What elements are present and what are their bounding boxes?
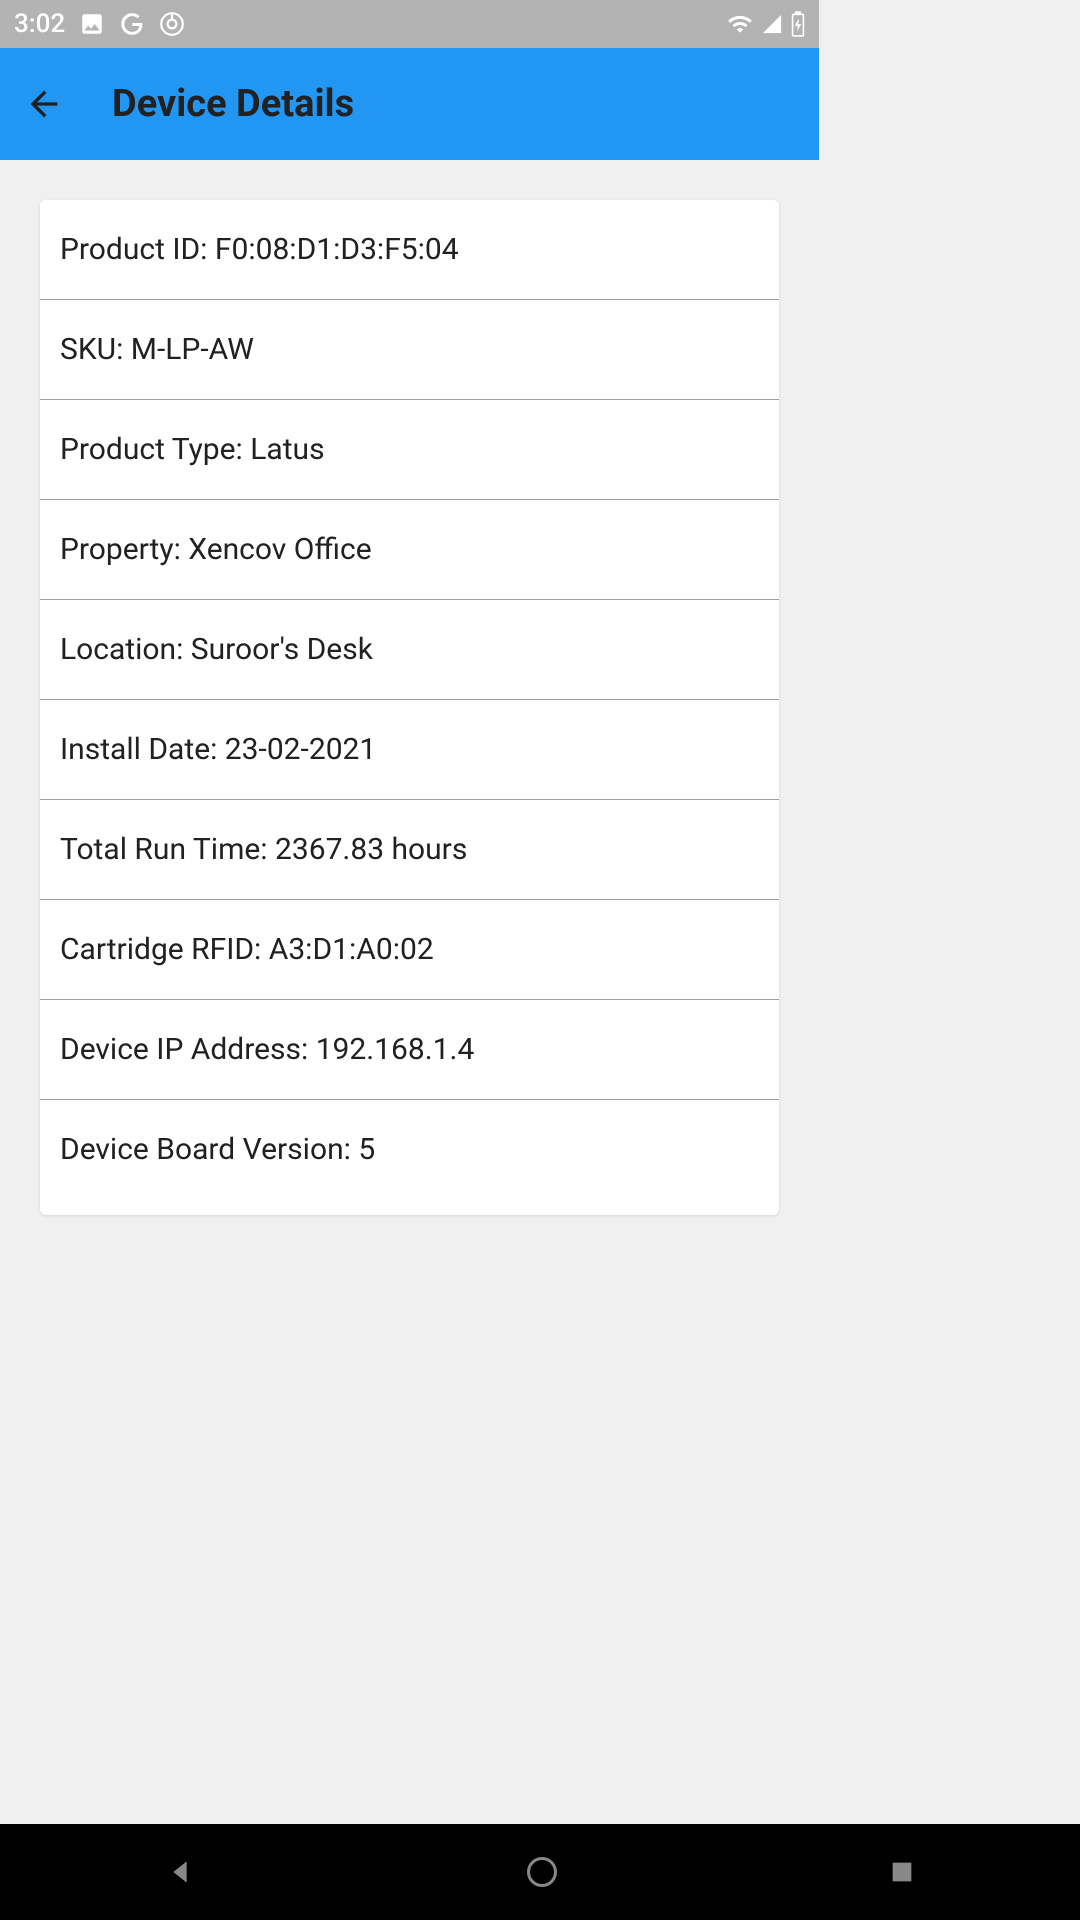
detail-product-type: Product Type: Latus <box>40 400 779 500</box>
page-title: Device Details <box>112 82 354 126</box>
chrome-icon <box>159 11 185 37</box>
navigation-bar <box>0 1824 1080 1920</box>
nav-recent-button[interactable] <box>888 1858 916 1886</box>
back-button[interactable] <box>24 84 64 124</box>
status-bar-left: 3:02 <box>14 9 185 39</box>
content-area: Product ID: F0:08:D1:D3:F5:04 SKU: M-LP-… <box>0 160 819 1255</box>
status-bar-right <box>727 11 805 37</box>
signal-icon <box>761 13 783 35</box>
nav-home-button[interactable] <box>524 1854 560 1890</box>
battery-icon <box>791 11 805 37</box>
detail-board-version: Device Board Version: 5 <box>40 1100 779 1215</box>
detail-sku: SKU: M-LP-AW <box>40 300 779 400</box>
detail-location: Location: Suroor's Desk <box>40 600 779 700</box>
google-icon <box>119 11 145 37</box>
photos-icon <box>79 11 105 37</box>
detail-run-time: Total Run Time: 2367.83 hours <box>40 800 779 900</box>
details-card: Product ID: F0:08:D1:D3:F5:04 SKU: M-LP-… <box>40 200 779 1215</box>
detail-ip-address: Device IP Address: 192.168.1.4 <box>40 1000 779 1100</box>
nav-back-button[interactable] <box>164 1856 196 1888</box>
detail-cartridge-rfid: Cartridge RFID: A3:D1:A0:02 <box>40 900 779 1000</box>
detail-product-id: Product ID: F0:08:D1:D3:F5:04 <box>40 200 779 300</box>
detail-property: Property: Xencov Office <box>40 500 779 600</box>
status-bar: 3:02 <box>0 0 819 48</box>
detail-install-date: Install Date: 23-02-2021 <box>40 700 779 800</box>
app-header: Device Details <box>0 48 819 160</box>
wifi-icon <box>727 11 753 37</box>
status-time: 3:02 <box>14 9 65 39</box>
